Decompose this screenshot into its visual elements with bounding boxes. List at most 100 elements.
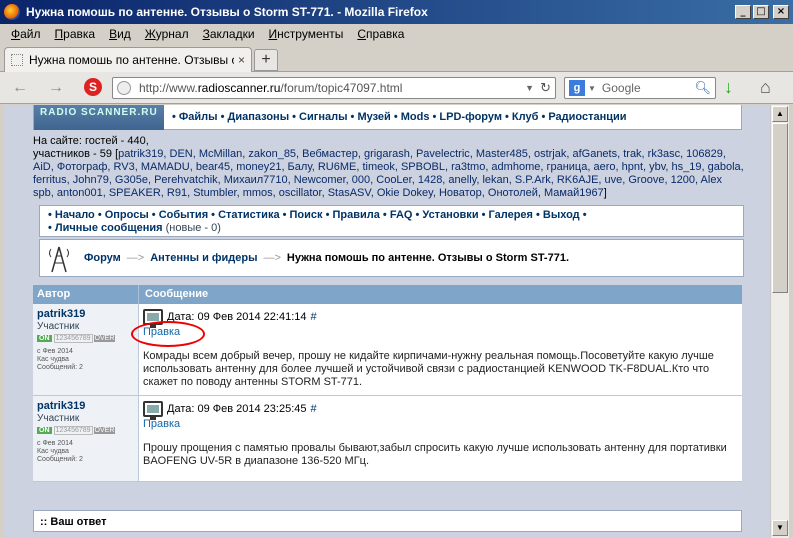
author-since: с Фев 2014	[37, 440, 73, 447]
post-text: Комрады всем добрый вечер, прошу не кида…	[143, 350, 714, 388]
new-tab-button[interactable]: +	[254, 49, 278, 71]
menu-help[interactable]: Справка	[350, 27, 411, 41]
online-members-list[interactable]: patrik319, DEN, McMillan, zakon_85, Вебм…	[33, 148, 744, 199]
breadcrumb-current: Нужна помошь по антенне. Отзывы о Storm …	[286, 252, 570, 264]
menu-history[interactable]: Журнал	[138, 27, 196, 41]
maximize-button[interactable]: □	[753, 5, 769, 19]
minimize-button[interactable]: _	[735, 5, 751, 19]
menu-bar: Файл Правка Вид Журнал Закладки Инструме…	[0, 24, 793, 44]
site-header: RADIO SCANNER.RU • Файлы • Диапазоны • С…	[33, 105, 742, 130]
breadcrumb: Форум —> Антенны и фидеры —> Нужна помош…	[39, 239, 744, 277]
author-name[interactable]: patrik319	[37, 308, 134, 320]
search-input[interactable]: Google	[602, 81, 695, 95]
globe-icon	[117, 81, 131, 95]
table-row: patrik319 Участник ON 123456789 OVER с Ф…	[33, 396, 742, 482]
menu-bookmarks[interactable]: Закладки	[196, 27, 262, 41]
close-button[interactable]: ×	[773, 5, 789, 19]
personal-messages-link[interactable]: Личные сообщения	[55, 222, 163, 234]
post-edit-link[interactable]: Правка	[130, 321, 206, 347]
author-post-count: Сообщений: 2	[37, 456, 83, 463]
author-since: с Фев 2014	[37, 348, 73, 355]
table-header: Автор Сообщение	[33, 285, 742, 304]
posts-table: Автор Сообщение patrik319 Участник ON 12…	[33, 285, 742, 482]
forum-nav-box: • Начало • Опросы • События • Статистика…	[39, 205, 744, 237]
scroll-down-icon[interactable]: ▼	[772, 520, 788, 536]
site-logo[interactable]: RADIO SCANNER.RU	[34, 105, 164, 130]
online-guests: На сайте: гостей - 440,	[33, 135, 149, 147]
breadcrumb-section[interactable]: Антенны и фидеры	[150, 252, 257, 264]
search-icon[interactable]: 🔍︎	[694, 80, 711, 96]
post-body: Дата: 09 Фев 2014 22:41:14 # Правка Комр…	[130, 304, 742, 395]
window-title: Нужна помошь по антенне. Отзывы о Storm …	[26, 5, 428, 19]
online-badge: ON	[37, 427, 52, 434]
author-rank: ON 123456789 OVER	[37, 426, 134, 435]
header-author: Автор	[33, 285, 139, 304]
scroll-thumb[interactable]	[772, 123, 788, 293]
personal-messages-count: (новые - 0)	[165, 222, 221, 234]
forward-arrow-icon[interactable]: →	[48, 79, 64, 97]
online-members-label: участников - 59 [	[33, 148, 119, 160]
rank-over: OVER	[93, 427, 116, 434]
radio-tower-icon	[49, 246, 69, 273]
tab-current[interactable]: Нужна помошь по антенне. Отзывы о Stor..…	[4, 47, 252, 72]
url-dropdown-icon[interactable]: ▼	[525, 83, 534, 93]
online-members-suffix: ]	[603, 187, 607, 199]
back-arrow-icon[interactable]: ←	[12, 79, 28, 97]
url-text[interactable]: http://www.radioscanner.ru/forum/topic47…	[139, 81, 519, 95]
post-edit-link[interactable]: Правка	[143, 418, 180, 430]
rank-bar: 123456789	[53, 426, 93, 435]
post-permalink[interactable]: #	[311, 403, 317, 415]
search-engine-dropdown-icon[interactable]: ▼	[588, 84, 596, 93]
menu-tools[interactable]: Инструменты	[262, 27, 351, 41]
breadcrumb-arrow: —>	[263, 252, 281, 264]
table-row: patrik319 Участник ON 123456789 OVER с Ф…	[33, 304, 742, 396]
window-border	[789, 105, 793, 538]
search-bar[interactable]: g ▼ Google 🔍︎	[564, 77, 716, 99]
site-top-nav[interactable]: • Файлы • Диапазоны • Сигналы • Музей • …	[172, 111, 627, 123]
page-viewport: RADIO SCANNER.RU • Файлы • Диапазоны • С…	[4, 105, 770, 538]
navigation-toolbar: ← → S http://www.radioscanner.ru/forum/t…	[0, 72, 793, 104]
menu-edit[interactable]: Правка	[48, 27, 103, 41]
author-name[interactable]: patrik319	[37, 400, 134, 412]
post-permalink[interactable]: #	[311, 311, 317, 323]
addon-s-icon[interactable]: S	[84, 78, 102, 96]
post-text: Прошу прощения с памятью провалы бывают,…	[143, 442, 727, 467]
breadcrumb-forum[interactable]: Форум	[84, 252, 121, 264]
author-meta: с Фев 2014 Кас чудва Сообщений: 2	[37, 440, 134, 464]
breadcrumb-arrow: —>	[126, 252, 145, 264]
post-body: Дата: 09 Фев 2014 23:25:45 # Правка Прош…	[139, 396, 742, 481]
firefox-icon	[4, 4, 20, 20]
page-favicon-icon	[11, 54, 23, 66]
author-role: Участник	[37, 321, 80, 332]
post-author-cell: patrik319 Участник ON 123456789 OVER с Ф…	[33, 396, 139, 481]
post-date: Дата: 09 Фев 2014 23:25:45	[167, 403, 307, 415]
header-message: Сообщение	[145, 288, 209, 300]
author-location: Кас чудва	[37, 356, 69, 363]
rank-over: OVER	[93, 335, 116, 342]
page-scrollbar[interactable]: ▲ ▼	[770, 105, 789, 538]
reply-section-header: :: Ваш ответ	[33, 510, 742, 532]
monitor-icon	[143, 401, 163, 420]
author-meta: с Фев 2014 Кас чудва Сообщений: 2	[37, 348, 134, 372]
tab-strip: Нужна помошь по антенне. Отзывы о Stor..…	[0, 44, 793, 72]
download-icon[interactable]: ↓	[724, 77, 733, 98]
online-badge: ON	[37, 335, 52, 342]
tab-label: Нужна помошь по антенне. Отзывы о Stor..…	[29, 53, 234, 67]
scroll-up-icon[interactable]: ▲	[772, 106, 788, 122]
rank-bar: 123456789	[53, 334, 93, 343]
google-icon[interactable]: g	[569, 80, 585, 96]
author-location: Кас чудва	[37, 448, 69, 455]
home-icon[interactable]: ⌂	[760, 77, 771, 98]
post-date: Дата: 09 Фев 2014 22:41:14	[167, 311, 307, 323]
window-titlebar: Нужна помошь по антенне. Отзывы о Storm …	[0, 0, 793, 24]
forum-nav-links[interactable]: • Начало • Опросы • События • Статистика…	[48, 209, 743, 222]
author-post-count: Сообщений: 2	[37, 364, 83, 371]
url-bar[interactable]: http://www.radioscanner.ru/forum/topic47…	[112, 77, 556, 99]
online-users: На сайте: гостей - 440, участников - 59 …	[33, 135, 745, 200]
tab-close-icon[interactable]: ×	[238, 53, 245, 67]
menu-file[interactable]: Файл	[4, 27, 48, 41]
reload-icon[interactable]: ↻	[540, 80, 551, 96]
menu-view[interactable]: Вид	[102, 27, 138, 41]
post-author-cell: patrik319 Участник ON 123456789 OVER с Ф…	[33, 304, 139, 395]
author-role: Участник	[37, 413, 80, 424]
